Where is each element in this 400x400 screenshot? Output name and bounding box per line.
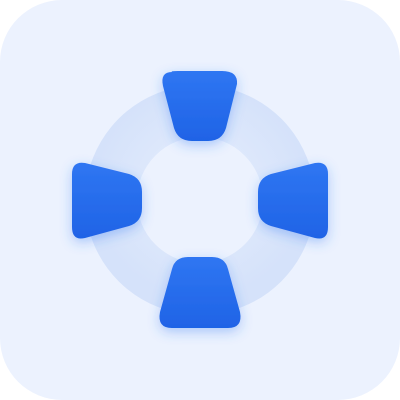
icon-tile-background <box>0 0 400 400</box>
lifebuoy-icon <box>0 0 400 400</box>
app-icon-tile[interactable] <box>0 0 400 400</box>
